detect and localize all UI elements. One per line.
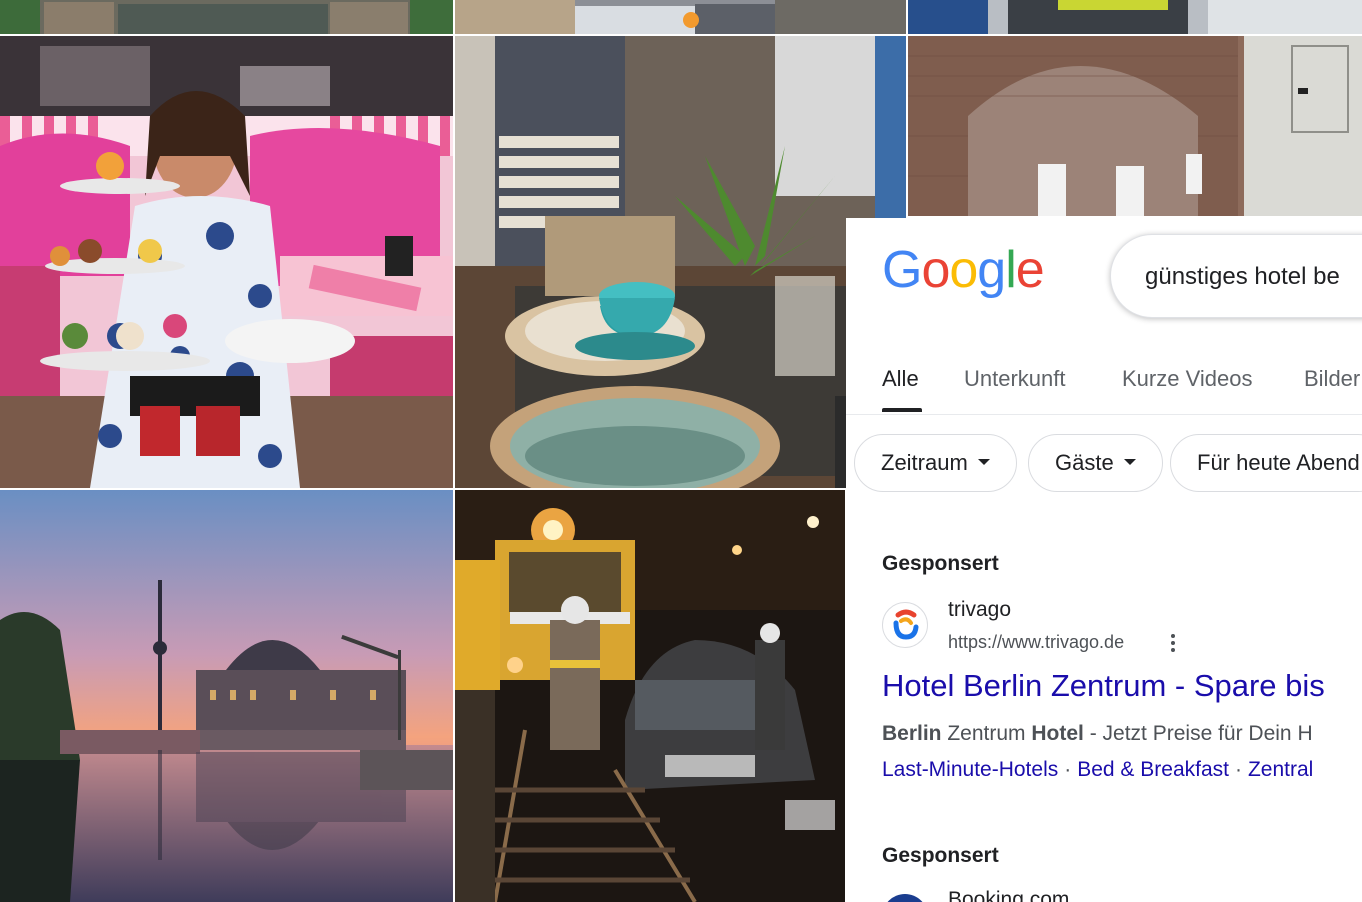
logo-letter: o <box>949 241 978 299</box>
result-description: Berlin Zentrum Hotel - Jetzt Preise für … <box>882 722 1313 746</box>
result-site-name[interactable]: Booking.com <box>948 888 1069 902</box>
sitelink[interactable]: Zentral <box>1248 758 1313 781</box>
result-title-link[interactable]: Hotel Berlin Zentrum - Spare bis <box>882 668 1325 704</box>
sitelink-separator: · <box>1234 758 1242 781</box>
search-tabs: Alle Unterkunft Kurze Videos Bilder <box>846 358 1362 415</box>
sitelink[interactable]: Last-Minute-Hotels <box>882 758 1058 781</box>
search-query: günstiges hotel be <box>1145 263 1340 290</box>
sponsored-label: Gesponsert <box>882 844 999 867</box>
tab-bilder[interactable]: Bilder <box>1304 366 1360 392</box>
tab-kurze-videos[interactable]: Kurze Videos <box>1122 366 1252 392</box>
tab-alle[interactable]: Alle <box>882 366 919 392</box>
result-site-name[interactable]: trivago <box>948 598 1011 622</box>
tab-unterkunft[interactable]: Unterkunft <box>964 366 1066 392</box>
chip-gaeste[interactable]: Gäste <box>1028 434 1163 492</box>
desc-text: Zentrum <box>941 722 1032 745</box>
image-tile-tram-accident-night[interactable] <box>455 490 845 902</box>
logo-letter: G <box>882 241 922 299</box>
result-sitelinks: Last-Minute-Hotels · Bed & Breakfast · Zentr… <box>882 758 1313 782</box>
desc-bold: Hotel <box>1031 722 1084 745</box>
image-tile-decor-shop[interactable] <box>455 36 906 488</box>
caret-down-icon <box>977 459 990 466</box>
chip-label: Für heute Abend <box>1197 450 1360 475</box>
sitelink-separator: · <box>1064 758 1072 781</box>
active-tab-indicator <box>882 408 922 412</box>
sponsored-label: Gesponsert <box>882 552 999 575</box>
chip-label: Zeitraum <box>881 450 968 475</box>
image-tile-berlin-tv-tower-sunset[interactable] <box>0 490 453 902</box>
image-tile-street-cars[interactable] <box>455 0 906 34</box>
logo-letter: g <box>977 241 1006 299</box>
caret-down-icon <box>1123 459 1136 466</box>
trivago-icon[interactable] <box>882 602 928 648</box>
image-tile-brick-ruin[interactable] <box>908 36 1362 216</box>
sitelink[interactable]: Bed & Breakfast <box>1077 758 1229 781</box>
desc-bold: Berlin <box>882 722 942 745</box>
result-url[interactable]: https://www.trivago.de <box>948 632 1124 653</box>
logo-letter: l <box>1005 241 1017 299</box>
logo-letter: o <box>921 241 950 299</box>
search-input[interactable]: günstiges hotel be <box>1110 234 1362 318</box>
image-tile-statue-base[interactable] <box>0 0 453 34</box>
google-search-panel: Google günstiges hotel be Alle Unterkunf… <box>846 218 1362 902</box>
booking-icon[interactable] <box>882 894 928 902</box>
chip-label: Gäste <box>1055 450 1114 475</box>
chip-fuer-heute-abend[interactable]: Für heute Abend <box>1170 434 1362 492</box>
desc-text: - Jetzt Preise für Dein H <box>1083 722 1313 745</box>
logo-letter: e <box>1015 241 1045 299</box>
chip-zeitraum[interactable]: Zeitraum <box>854 434 1017 492</box>
more-options-icon[interactable] <box>1170 632 1176 654</box>
google-logo[interactable]: Google <box>882 241 1045 299</box>
image-tile-worker-vest[interactable] <box>908 0 1362 34</box>
image-tile-cafe-waitress[interactable] <box>0 36 453 488</box>
